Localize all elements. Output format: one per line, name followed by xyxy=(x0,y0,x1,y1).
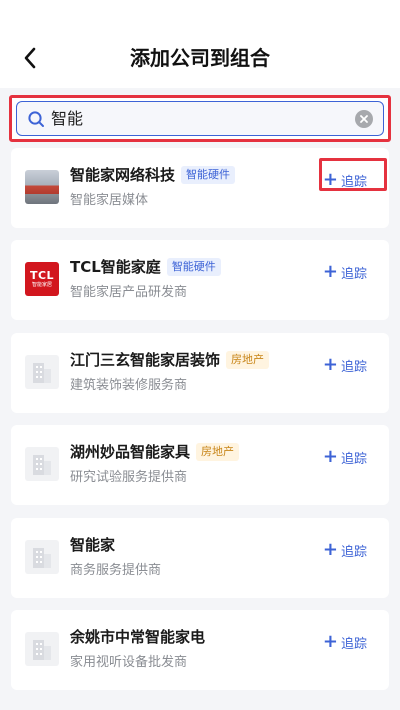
search-value[interactable]: 智能 xyxy=(51,109,355,129)
company-description: 智能家居产品研发商 xyxy=(70,285,188,300)
track-button[interactable]: + 追踪 xyxy=(323,353,367,377)
track-label: 追踪 xyxy=(340,544,367,560)
company-name: 江门三玄智能家居装饰 xyxy=(70,351,221,369)
company-name: TCL智能家庭 xyxy=(70,258,161,276)
company-name: 余姚市中常智能家电 xyxy=(70,628,206,646)
plus-icon: + xyxy=(322,446,338,467)
track-label: 追踪 xyxy=(340,359,367,375)
company-name: 湖州妙品智能家具 xyxy=(70,443,191,461)
company-card[interactable]: 余姚市中常智能家电 家用视听设备批发商 + 追踪 xyxy=(11,610,389,690)
track-label: 追踪 xyxy=(340,266,367,282)
search-icon xyxy=(27,110,45,128)
company-card[interactable]: TCL 智能家居 TCL智能家庭 智能硬件 智能家居产品研发商 + 追踪 xyxy=(11,240,389,320)
page-title: 添加公司到组合 xyxy=(130,46,270,70)
track-label: 追踪 xyxy=(340,451,367,467)
tcl-logo-subtext: 智能家居 xyxy=(31,281,52,288)
track-label: 追踪 xyxy=(340,636,367,652)
company-description: 家用视听设备批发商 xyxy=(70,655,188,670)
track-button[interactable]: + 追踪 xyxy=(323,538,367,562)
company-description: 研究试验服务提供商 xyxy=(70,470,188,485)
plus-icon: + xyxy=(322,354,338,375)
clear-icon xyxy=(360,114,368,123)
track-button[interactable]: + 追踪 xyxy=(323,168,367,192)
tcl-logo-text: TCL xyxy=(29,268,55,282)
company-description: 智能家居媒体 xyxy=(70,193,149,208)
track-label: 追踪 xyxy=(340,174,367,190)
building-icon xyxy=(25,540,59,574)
company-name: 智能家 xyxy=(70,536,116,554)
company-card[interactable]: 江门三玄智能家居装饰 房地产 建筑装饰装修服务商 + 追踪 xyxy=(11,333,389,413)
search-highlight-box: 智能 xyxy=(9,95,391,142)
building-icon xyxy=(25,632,59,666)
plus-icon: + xyxy=(322,631,338,652)
plus-icon: + xyxy=(322,539,338,560)
industry-tag: 智能硬件 xyxy=(166,258,221,276)
search-input[interactable]: 智能 xyxy=(16,101,384,136)
company-name: 智能家网络科技 xyxy=(70,166,176,184)
clear-button[interactable] xyxy=(355,109,373,128)
plus-icon: + xyxy=(322,169,338,190)
industry-tag: 房地产 xyxy=(196,443,240,461)
company-description: 建筑装饰装修服务商 xyxy=(70,378,188,393)
industry-tag: 智能硬件 xyxy=(181,166,236,184)
track-button[interactable]: + 追踪 xyxy=(323,445,367,469)
building-icon xyxy=(25,355,59,389)
company-card[interactable]: 智能家网络科技 智能硬件 智能家居媒体 + 追踪 xyxy=(11,148,389,228)
tcl-logo: TCL 智能家居 xyxy=(25,262,59,296)
company-description: 商务服务提供商 xyxy=(70,563,162,578)
plus-icon: + xyxy=(322,261,338,282)
company-card[interactable]: 智能家 商务服务提供商 + 追踪 xyxy=(11,518,389,598)
company-card[interactable]: 湖州妙品智能家具 房地产 研究试验服务提供商 + 追踪 xyxy=(11,425,389,505)
track-button[interactable]: + 追踪 xyxy=(323,260,367,284)
header: 添加公司到组合 xyxy=(0,0,400,88)
industry-tag: 房地产 xyxy=(226,351,270,369)
company-logo xyxy=(25,170,59,204)
track-button[interactable]: + 追踪 xyxy=(323,630,367,654)
building-icon xyxy=(25,447,59,481)
